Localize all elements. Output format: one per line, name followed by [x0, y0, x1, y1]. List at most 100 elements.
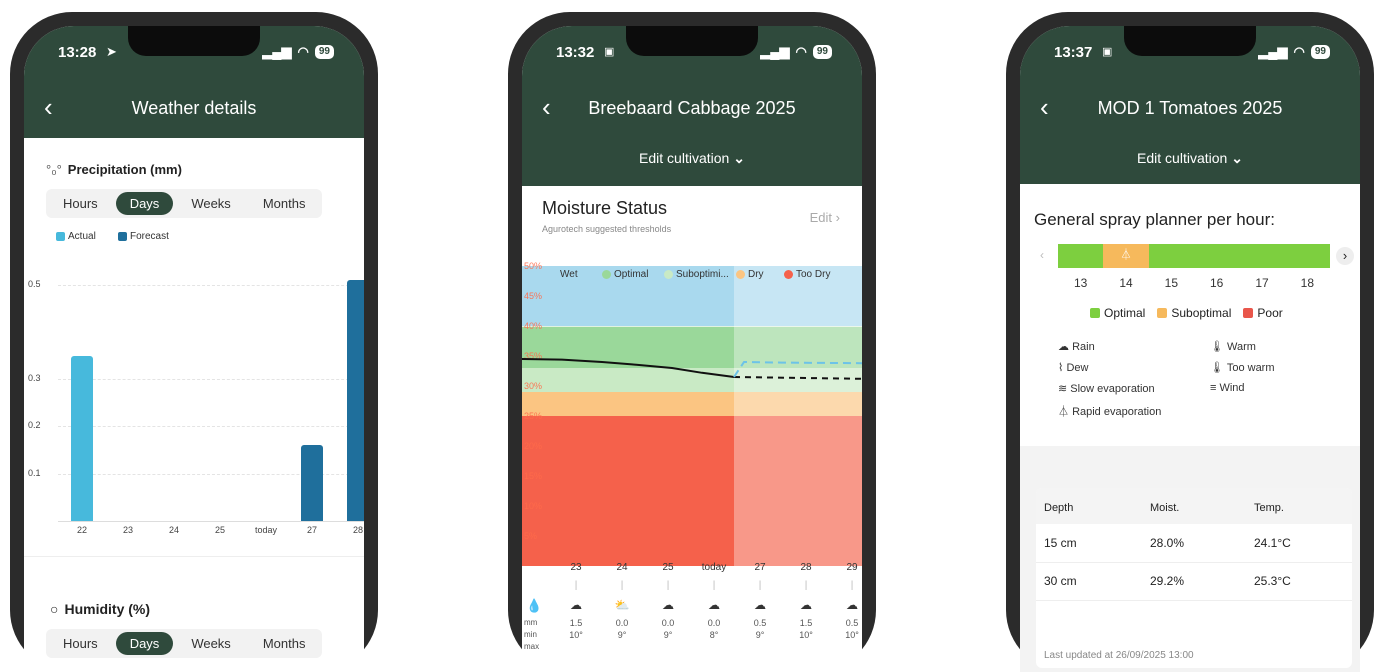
- optimal-swatch: [1090, 308, 1100, 318]
- tab-hours[interactable]: Hours: [49, 632, 112, 655]
- y-tick-label: 0.1: [28, 467, 41, 478]
- max-label: max: [524, 642, 540, 651]
- cell-temperature: 24.1°C: [1254, 536, 1291, 550]
- legend-label: Rapid evaporation: [1072, 406, 1162, 418]
- y-tick-label: 0.3: [28, 373, 41, 384]
- chevron-left-icon[interactable]: ‹: [1040, 248, 1044, 262]
- x-tick-label: 27: [306, 525, 317, 535]
- icon-legend-too-warm: 🌡 Too warm: [1210, 361, 1275, 374]
- rain-amount: 0.5: [753, 618, 767, 628]
- thermometer-hot-icon: 🌡: [1210, 362, 1224, 374]
- gridline: [58, 426, 364, 428]
- rapid-evaporation-icon: ⏃: [1058, 406, 1069, 418]
- chevron-right-icon: ›: [835, 210, 840, 225]
- tab-weeks[interactable]: Weeks: [177, 192, 245, 215]
- edit-label: Edit: [809, 210, 833, 225]
- table-row: 30 cm 29.2% 25.3°C: [1036, 562, 1352, 601]
- notch: [626, 26, 758, 56]
- edit-cultivation-label: Edit cultivation: [639, 150, 730, 166]
- hour-label: 16: [1209, 276, 1224, 290]
- tick-mark: |: [712, 580, 716, 591]
- clock: 13:32: [556, 44, 595, 61]
- hour-label: 17: [1255, 276, 1269, 290]
- status-icons: ▂▄▆ ◠ 99: [1258, 44, 1330, 60]
- legend-label: Wind: [1219, 382, 1245, 394]
- icon-legend-rapid-evaporation: ⏃ Rapid evaporation: [1058, 403, 1161, 419]
- hour-label: 18: [1300, 276, 1314, 290]
- weather-icon: ☁: [846, 598, 858, 612]
- legend-label: Slow evaporation: [1070, 383, 1155, 395]
- moisture-chart: 50% 45% 40% 35% 30% 25% 20% 15% 10% 5% Wet Optimal S…: [522, 254, 862, 566]
- calendar-icon: ▣: [604, 46, 615, 58]
- rapid-evaporation-icon: ⏃: [1103, 244, 1149, 268]
- min-temp: 9°: [617, 630, 627, 640]
- battery-icon: 99: [1310, 45, 1330, 59]
- rain-amount: 0.0: [707, 618, 721, 628]
- tab-months[interactable]: Months: [249, 192, 320, 215]
- x-axis: [58, 521, 364, 522]
- precip-title: Precipitation (mm): [67, 162, 182, 177]
- legend-actual: Actual: [56, 231, 96, 242]
- screen: 13:28 ➤ ▂▄▆ ◠ 99 ‹ Weather details °₀° P…: [24, 26, 364, 672]
- battery-icon: 99: [314, 45, 334, 59]
- col-depth: Depth: [1044, 502, 1074, 514]
- day-label: 25: [662, 562, 674, 573]
- spray-title: General spray planner per hour:: [1034, 210, 1275, 229]
- weather-icon: ☁: [800, 598, 812, 612]
- measured-line: [522, 358, 735, 378]
- x-tick-label: 22: [76, 525, 87, 535]
- weather-icon: ☁: [754, 598, 766, 612]
- rain-amount: 1.5: [799, 618, 813, 628]
- tab-hours[interactable]: Hours: [49, 192, 112, 215]
- tab-months[interactable]: Months: [249, 632, 320, 655]
- legend-label: Too warm: [1226, 362, 1275, 374]
- legend-label: Poor: [1257, 306, 1283, 320]
- y-tick-label: 0.2: [28, 420, 41, 431]
- edit-cultivation-button[interactable]: Edit cultivation ⌄: [522, 138, 862, 186]
- tick-mark: |: [804, 580, 808, 591]
- col-temperature: Temp.: [1254, 502, 1284, 514]
- icon-legend-slow-evaporation: ≋ Slow evaporation: [1058, 382, 1155, 395]
- edit-cultivation-button[interactable]: Edit cultivation ⌄: [1020, 138, 1360, 184]
- day-label: 24: [616, 562, 628, 573]
- calendar-icon: ▣: [1102, 46, 1113, 58]
- hour-label: 14: [1119, 276, 1133, 290]
- day-label: 29: [846, 562, 858, 573]
- wifi-icon: ◠: [297, 44, 309, 59]
- min-temp: 9°: [663, 630, 673, 640]
- spray-legend: Optimal Suboptimal Poor: [1090, 306, 1283, 320]
- rain-amount: 0.0: [661, 618, 675, 628]
- wifi-icon: ◠: [1293, 44, 1305, 59]
- tab-weeks[interactable]: Weeks: [177, 632, 245, 655]
- x-tick-label: 24: [168, 525, 179, 535]
- x-tick-label: 25: [214, 525, 225, 535]
- min-temp: 10°: [799, 630, 813, 640]
- tab-days[interactable]: Days: [115, 192, 174, 215]
- spray-segment: [1148, 244, 1194, 268]
- legend-poor: Poor: [1243, 306, 1283, 320]
- wind-icon: ≡: [1210, 382, 1217, 394]
- last-updated: Last updated at 26/09/2025 13:00: [1044, 650, 1194, 661]
- tab-days[interactable]: Days: [115, 632, 174, 655]
- precip-heading: °₀° Precipitation (mm): [46, 162, 182, 177]
- signal-icon: ▂▄▆: [1258, 44, 1288, 59]
- x-tick-label: today: [254, 525, 278, 535]
- edit-thresholds-link[interactable]: Edit ›: [810, 210, 840, 225]
- legend-label: Suboptimal: [1171, 306, 1232, 320]
- legend-suboptimal: Suboptimal: [1157, 306, 1231, 320]
- page-title: MOD 1 Tomatoes 2025: [1097, 98, 1283, 118]
- upper-forecast-line: [733, 360, 862, 378]
- day-label: 23: [570, 562, 582, 573]
- suboptimal-swatch: [1157, 308, 1168, 318]
- chevron-right-icon[interactable]: ›: [1336, 247, 1354, 265]
- tick-mark: |: [666, 580, 670, 591]
- app-header: ‹ Weather details: [24, 80, 364, 138]
- min-temp: 9°: [755, 630, 765, 640]
- day-label: 27: [754, 562, 766, 573]
- min-label: min: [524, 630, 537, 639]
- edit-cultivation-label: Edit cultivation: [1137, 150, 1228, 166]
- screen: 13:37 ▣ ▂▄▆ ◠ 99 ‹ MOD 1 Tomatoes 2025 E…: [1020, 26, 1360, 672]
- humidity-heading: ○ Humidity (%): [50, 601, 150, 617]
- notch: [128, 26, 260, 56]
- legend-label: Actual: [68, 231, 96, 242]
